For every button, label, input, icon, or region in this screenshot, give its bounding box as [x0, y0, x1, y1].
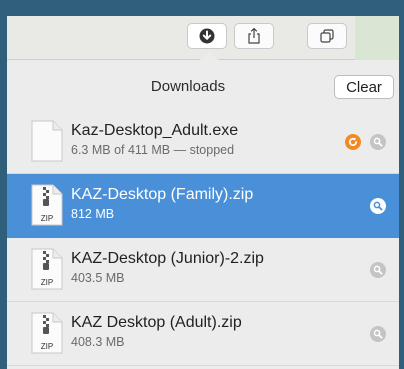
zip-badge-label: ZIP — [41, 278, 53, 287]
download-filename: KAZ-Desktop (Junior)-2.zip — [71, 250, 264, 267]
download-size: 812 MB — [71, 207, 115, 221]
tab-overview-button[interactable] — [307, 23, 347, 49]
download-filename: KAZ Desktop (Adult).zip — [71, 314, 242, 331]
download-filename: Kaz-Desktop_Adult.exe — [71, 122, 239, 139]
window-frame-top — [0, 0, 404, 16]
download-item-selected[interactable]: ZIP KAZ-Desktop (Family).zip 812 MB — [7, 174, 399, 238]
downloads-list: Kaz-Desktop_Adult.exe 6.3 MB of 411 MB —… — [7, 110, 399, 366]
toolbar-edge — [355, 16, 399, 60]
download-status: 6.3 MB of 411 MB — stopped — [71, 143, 235, 157]
download-arrow-icon — [199, 28, 215, 44]
window-frame-right — [399, 0, 404, 369]
zip-file-icon: ZIP — [31, 312, 63, 354]
popover-arrow — [197, 52, 221, 62]
zip-file-icon: ZIP — [31, 248, 63, 290]
document-file-icon — [31, 120, 63, 162]
reveal-in-finder-icon[interactable] — [370, 134, 386, 150]
download-filename: KAZ-Desktop (Family).zip — [71, 186, 254, 203]
clear-button[interactable]: Clear — [334, 75, 394, 99]
reveal-in-finder-icon[interactable] — [370, 326, 386, 342]
share-icon — [248, 27, 260, 44]
downloads-button[interactable] — [187, 23, 227, 49]
download-item[interactable]: Kaz-Desktop_Adult.exe 6.3 MB of 411 MB —… — [7, 110, 399, 174]
download-item[interactable]: ZIP KAZ-Desktop (Junior)-2.zip 403.5 MB — [7, 238, 399, 302]
zip-badge-label: ZIP — [41, 214, 53, 223]
resume-icon[interactable] — [345, 134, 361, 150]
downloads-popover: Downloads Clear Kaz-Desktop_Adult.exe 6.… — [7, 60, 399, 369]
window-frame-left — [0, 0, 7, 369]
download-size: 408.3 MB — [71, 335, 125, 349]
share-button[interactable] — [234, 23, 274, 49]
tabs-overview-icon — [320, 29, 334, 43]
zip-badge-label: ZIP — [41, 342, 53, 351]
download-item[interactable]: ZIP KAZ Desktop (Adult).zip 408.3 MB — [7, 302, 399, 366]
reveal-in-finder-icon[interactable] — [370, 262, 386, 278]
download-size: 403.5 MB — [71, 271, 125, 285]
zip-file-icon: ZIP — [31, 184, 63, 226]
reveal-in-finder-icon[interactable] — [370, 198, 386, 214]
